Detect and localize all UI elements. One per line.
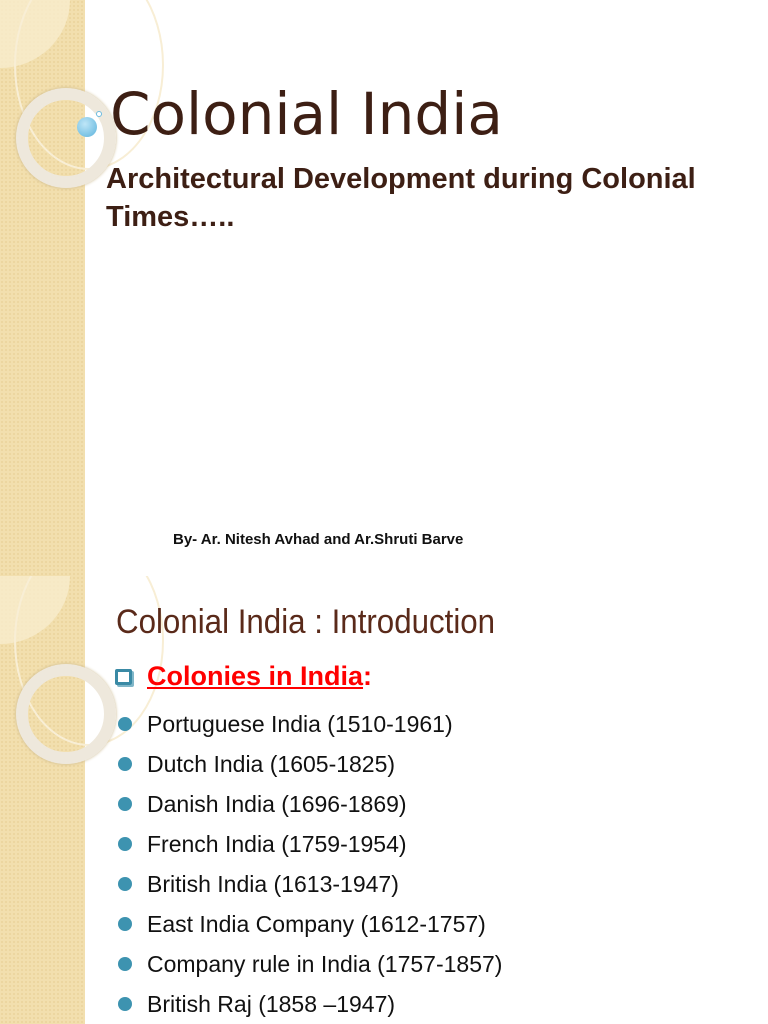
bullet-icon bbox=[118, 757, 132, 771]
slide-title: Colonial India Architectural Development… bbox=[0, 0, 768, 576]
list-item: Portuguese India (1510-1961) bbox=[118, 704, 502, 744]
item-text: Portuguese India (1510-1961) bbox=[147, 710, 453, 737]
heading-text: Colonies in India bbox=[147, 661, 364, 691]
square-bullet-icon bbox=[115, 668, 132, 685]
small-bubble-icon bbox=[96, 111, 102, 117]
list-item: British India (1613-1947) bbox=[118, 864, 502, 904]
list-item: French India (1759-1954) bbox=[118, 824, 502, 864]
slide-subtitle: Architectural Development during Colonia… bbox=[106, 163, 696, 233]
byline: By- Ar. Nitesh Avhad and Ar.Shruti Barve bbox=[173, 531, 464, 548]
list-item: East India Company (1612-1757) bbox=[118, 904, 502, 944]
item-text: British India (1613-1947) bbox=[147, 870, 399, 897]
section-heading: Colonies in India: bbox=[115, 661, 372, 692]
list-item: Dutch India (1605-1825) bbox=[118, 744, 502, 784]
item-text: Danish India (1696-1869) bbox=[147, 790, 407, 817]
list-item: British Raj (1858 –1947) bbox=[118, 984, 502, 1024]
decorative-sidebar bbox=[0, 576, 164, 1024]
slide2-title: Colonial India : Introduction bbox=[116, 603, 496, 641]
list-item: Danish India (1696-1869) bbox=[118, 784, 502, 824]
slide-title-text: Colonial India bbox=[110, 80, 503, 148]
bullet-icon bbox=[118, 917, 132, 931]
bullet-icon bbox=[118, 717, 132, 731]
bullet-icon bbox=[118, 877, 132, 891]
list-item: Company rule in India (1757-1857) bbox=[118, 944, 502, 984]
item-text: British Raj (1858 –1947) bbox=[147, 990, 396, 1017]
decorative-sidebar bbox=[0, 0, 164, 576]
item-text: French India (1759-1954) bbox=[147, 830, 407, 857]
item-text: Company rule in India (1757-1857) bbox=[147, 950, 503, 977]
bullet-icon bbox=[118, 797, 132, 811]
heading-colon: : bbox=[363, 661, 373, 691]
bullet-icon bbox=[118, 837, 132, 851]
item-text: Dutch India (1605-1825) bbox=[147, 750, 396, 777]
bullet-icon bbox=[118, 997, 132, 1011]
item-text: East India Company (1612-1757) bbox=[147, 910, 486, 937]
colonies-list: Portuguese India (1510-1961) Dutch India… bbox=[118, 704, 502, 1024]
bullet-icon bbox=[118, 957, 132, 971]
bubble-icon bbox=[77, 117, 97, 137]
